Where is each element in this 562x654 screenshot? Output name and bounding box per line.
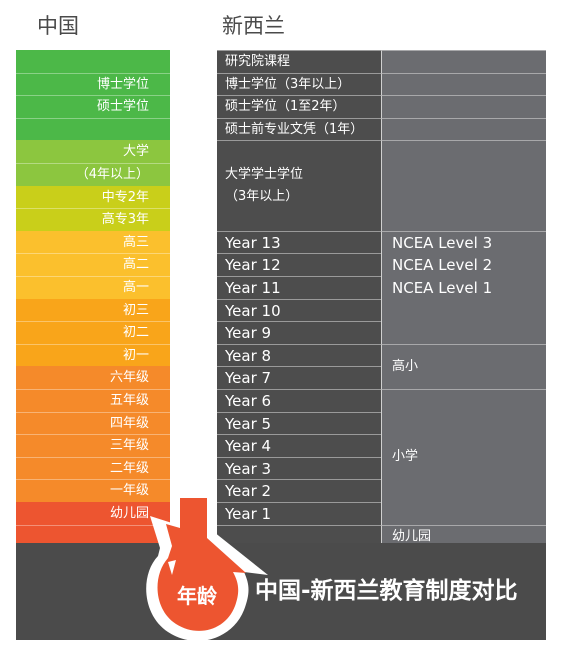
china-stage-cell: 初三 (16, 298, 170, 322)
nz-level-cell: Year 8 (217, 343, 381, 367)
age-cell: 9 (180, 411, 207, 435)
age-cell: 8 (180, 434, 207, 457)
nz-level-cell: 硕士学位（1至2年） (217, 95, 381, 118)
china-stage-cell: 六年级 (16, 366, 170, 389)
china-stage-cell: 中专2年 (16, 185, 170, 209)
age-cell: 22 (180, 117, 207, 141)
chart-title: 中国-新西兰教育制度对比 (255, 578, 518, 604)
age-cell: 16 (180, 253, 207, 276)
nz-level-cell: Year 5 (217, 411, 381, 435)
china-stage-cell: 四年级 (16, 411, 170, 435)
nz-level-cell: Year 1 (217, 502, 381, 525)
nz-level-cell: 大学学士学位 （3年以上） (217, 140, 381, 231)
nz-stage-label: NCEA Level 1 (392, 278, 493, 297)
nz-stage-label (392, 51, 546, 74)
nz-level-cell: Year 6 (217, 389, 381, 412)
nz-stage-label (392, 119, 546, 142)
nz-stage-cell (381, 50, 546, 73)
age-label: 年龄 (177, 584, 217, 608)
nz-level-cell: Year 11 (217, 276, 381, 299)
nz-stage-cell (381, 95, 546, 118)
nz-level-cell: Year 7 (217, 366, 381, 389)
china-stage-cell: 高二 (16, 253, 170, 276)
nz-stage-cell (381, 140, 546, 231)
nz-level-cell: Year 3 (217, 456, 381, 480)
age-cell: 24 (180, 72, 207, 96)
nz-level-cell: 博士学位（3年以上） (217, 72, 381, 96)
nz-stage-label: 小学 (392, 449, 419, 464)
age-cell: 20 (180, 163, 207, 186)
age-cell: 13 (180, 321, 207, 344)
china-stage-cell: 三年级 (16, 434, 170, 457)
china-stage-cell: 五年级 (16, 389, 170, 412)
age-cell: 6 (180, 479, 207, 502)
nz-stage-label: NCEA Level 2 (392, 256, 493, 275)
china-stage-cell: 高专3年 (16, 208, 170, 231)
china-stage-cell: 高三 (16, 230, 170, 254)
china-stage-cell (16, 117, 170, 141)
nz-level-cell: Year 9 (217, 321, 381, 344)
china-stage-cell: 大学 (16, 140, 170, 163)
age-cell: 23 (180, 95, 207, 118)
age-cell: 14 (180, 298, 207, 322)
age-cell: 10 (180, 389, 207, 412)
nz-stage-label (392, 74, 546, 97)
nz-level-cell: Year 2 (217, 479, 381, 502)
nz-level-cell: Year 12 (217, 253, 381, 276)
age-cell: 21 (180, 140, 207, 163)
age-cell: 18 (180, 208, 207, 231)
age-cell: 19 (180, 185, 207, 209)
age-cell: 25 (180, 50, 207, 73)
nz-stage-cell: NCEA Level 3 NCEA Level 2 NCEA Level 1 (381, 230, 546, 344)
china-stage-cell: 博士学位 (16, 72, 170, 96)
china-stage-cell: 幼儿园 (16, 502, 170, 525)
china-stage-cell: 初二 (16, 321, 170, 344)
nz-level-cell: Year 4 (217, 434, 381, 457)
nz-level-cell: Year 13 (217, 230, 381, 254)
china-stage-cell: 一年级 (16, 479, 170, 502)
nz-level-cell: 硕士前专业文凭（1年） (217, 117, 381, 141)
china-stage-cell (16, 50, 170, 73)
age-cell: 15 (180, 276, 207, 299)
age-cell: 5 (180, 502, 207, 525)
china-stage-cell: 二年级 (16, 456, 170, 480)
china-stage-cell: 初一 (16, 343, 170, 367)
nz-level-cell: 研究院课程 (217, 50, 381, 73)
nz-stage-label: 高小 (392, 358, 419, 374)
nz-stage-cell: 小学 (381, 389, 546, 525)
age-cell: 17 (180, 230, 207, 254)
nz-stage-cell (381, 117, 546, 142)
nz-stage-label (392, 141, 546, 164)
china-stage-cell: 高一 (16, 276, 170, 299)
age-cell: 11 (180, 366, 207, 389)
age-cell: 12 (180, 343, 207, 367)
age-cell: 7 (180, 456, 207, 480)
nz-stage-cell: 高小 (381, 343, 546, 389)
china-stage-cell: （4年以上） (16, 163, 170, 186)
nz-stage-label: NCEA Level 3 (392, 233, 493, 252)
china-stage-cell: 硕士学位 (16, 95, 170, 118)
nz-stage-label (392, 96, 546, 119)
nz-level-cell: Year 10 (217, 298, 381, 322)
nz-stage-cell (381, 72, 546, 97)
